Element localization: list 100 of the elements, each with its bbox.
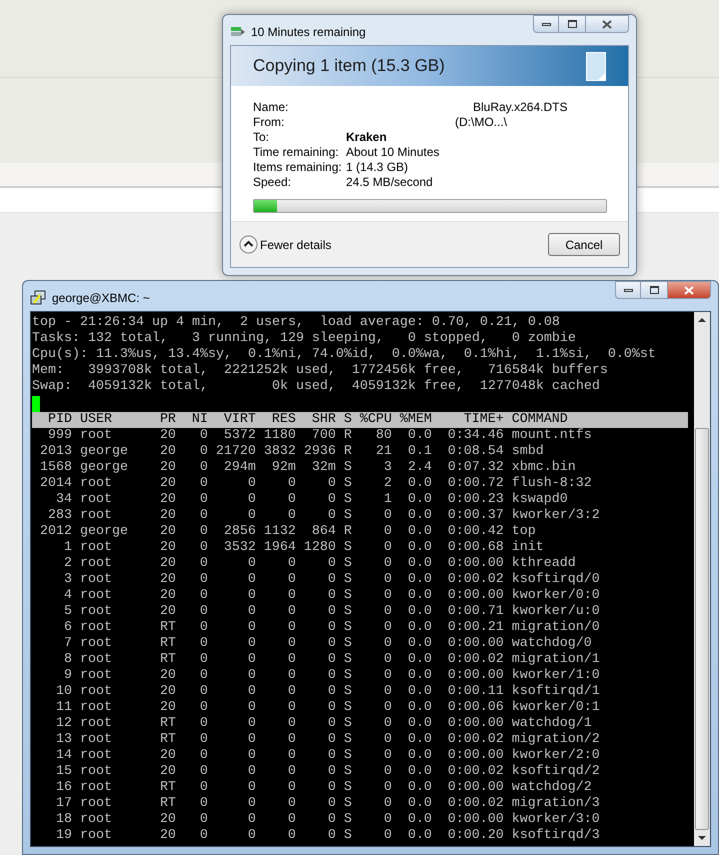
scrollbar[interactable]	[694, 312, 710, 846]
detail-value: (D:\MO...\	[455, 115, 507, 130]
table-cell-text: 3	[62, 572, 72, 588]
table-cell-text: S	[342, 508, 352, 524]
table-cell-text: S	[342, 668, 352, 684]
table-cell-text: S	[342, 732, 352, 748]
table-cell: migration/1	[512, 652, 600, 668]
chevron-up-icon[interactable]	[239, 235, 258, 254]
table-cell-text: 0	[382, 604, 392, 620]
table-cell-text: 0:07.32	[446, 460, 504, 476]
table-cell-text: 0	[198, 572, 208, 588]
maximize-button[interactable]	[559, 15, 585, 33]
table-cell-text: 0.0	[406, 524, 432, 540]
table-cell-text: george	[80, 460, 129, 476]
table-cell-text: root	[80, 668, 113, 684]
table-cell-text: 2012	[38, 524, 72, 540]
table-cell-text: 0	[198, 812, 208, 828]
table-cell-text: 0	[382, 556, 392, 572]
table-cell-text: 20	[158, 540, 176, 556]
table-cell-text: 15	[54, 764, 72, 780]
table-cell-text: 13	[54, 732, 72, 748]
table-cell: kworker/u:0	[512, 604, 600, 620]
maximize-button[interactable]	[641, 281, 667, 299]
terminal-line: Swap: 4059132k total, 0k used, 4059132k free, 1277048k cached	[32, 379, 600, 395]
table-cell-text: 0	[198, 620, 208, 636]
table-cell-text: 20	[158, 508, 176, 524]
table-cell-text: RT	[158, 716, 176, 732]
table-cell-text: 0	[326, 572, 336, 588]
minimize-button[interactable]	[615, 281, 641, 299]
table-cell-text: 0	[286, 492, 296, 508]
table-cell-text: 0	[326, 588, 336, 604]
table-cell-text: 0	[286, 588, 296, 604]
table-cell-text: 0	[198, 428, 208, 444]
table-cell: kworker/3:2	[512, 508, 600, 524]
table-cell-text: 0:00.21	[446, 620, 504, 636]
table-cell-text: 0:00.06	[446, 700, 504, 716]
table-cell-text: 0:00.02	[446, 796, 504, 812]
table-cell: kworker/1:0	[512, 668, 600, 684]
table-cell-text: 0	[198, 508, 208, 524]
table-cell-text: 0.0	[406, 556, 432, 572]
table-cell-text: root	[80, 796, 113, 812]
scroll-thumb[interactable]	[695, 428, 709, 830]
table-cell-text: root	[80, 764, 113, 780]
table-cell-text: 20	[158, 700, 176, 716]
table-cell-text: 11	[54, 700, 72, 716]
table-cell-text: RT	[158, 636, 176, 652]
table-cell-text: 0	[326, 716, 336, 732]
table-cell-text: root	[80, 476, 113, 492]
table-cell-text: 0:00.71	[446, 604, 504, 620]
table-cell-text: 92m	[270, 460, 296, 476]
minimize-button[interactable]	[533, 15, 559, 33]
table-cell-text: 0:00.00	[446, 716, 504, 732]
table-cell-text: 2	[382, 476, 392, 492]
table-cell-text: root	[80, 700, 113, 716]
table-cell-text: 21	[374, 444, 392, 460]
table-cell-text: 0:00.00	[446, 556, 504, 572]
table-cell-text: S	[342, 588, 352, 604]
table-cell-text: 0	[198, 652, 208, 668]
table-cell: ksoftirqd/3	[512, 828, 600, 844]
table-cell-text: 0	[246, 748, 256, 764]
table-cell-text: 0:00.37	[446, 508, 504, 524]
table-cell-text: root	[80, 684, 113, 700]
table-cell-text: 864	[310, 524, 336, 540]
table-cell-text: 0	[246, 700, 256, 716]
table-cell-text: root	[80, 428, 113, 444]
table-cell-text: R	[342, 428, 352, 444]
table-cell-text: 0	[326, 828, 336, 844]
table-cell-text: 0	[326, 684, 336, 700]
table-cell-text: 0.0	[406, 812, 432, 828]
table-cell-text: R	[342, 444, 352, 460]
table-cell-text: 0.0	[406, 604, 432, 620]
table-cell-text: 5372	[222, 428, 256, 444]
detail-label: Speed:	[253, 175, 292, 190]
table-cell-text: 1132	[262, 524, 296, 540]
terminal-line: top - 21:26:34 up 4 min, 2 users, load average: 0.70, 0.21, 0.08	[32, 315, 560, 331]
table-cell-text: 0:00.72	[446, 476, 504, 492]
table-cell-text: 0	[198, 668, 208, 684]
table-cell-text: 0.0	[406, 572, 432, 588]
table-cell-text: 0	[286, 764, 296, 780]
cancel-button[interactable]: Cancel	[548, 233, 620, 256]
table-cell-text: 294m	[222, 460, 256, 476]
table-cell-text: 0	[246, 668, 256, 684]
table-cell: ksoftirqd/2	[512, 764, 600, 780]
table-cell-text: 0:00.02	[446, 572, 504, 588]
table-cell-text: 0	[382, 796, 392, 812]
table-cell-text: 0:00.02	[446, 652, 504, 668]
table-cell-text: 0	[326, 780, 336, 796]
table-cell-text: 0	[246, 764, 256, 780]
table-cell-text: 20	[158, 828, 176, 844]
table-cell-text: 2013	[38, 444, 72, 460]
table-cell-text: S	[342, 620, 352, 636]
table-cell-text: 700	[310, 428, 336, 444]
table-cell-text: 0	[326, 700, 336, 716]
table-cell: watchdog/0	[512, 636, 592, 652]
close-button[interactable]	[585, 15, 629, 33]
table-cell-text: 0	[198, 524, 208, 540]
table-cell-text: S	[342, 828, 352, 844]
fewer-details-link[interactable]: Fewer details	[260, 236, 332, 254]
table-cell-text: S	[342, 476, 352, 492]
close-button[interactable]	[667, 281, 711, 299]
